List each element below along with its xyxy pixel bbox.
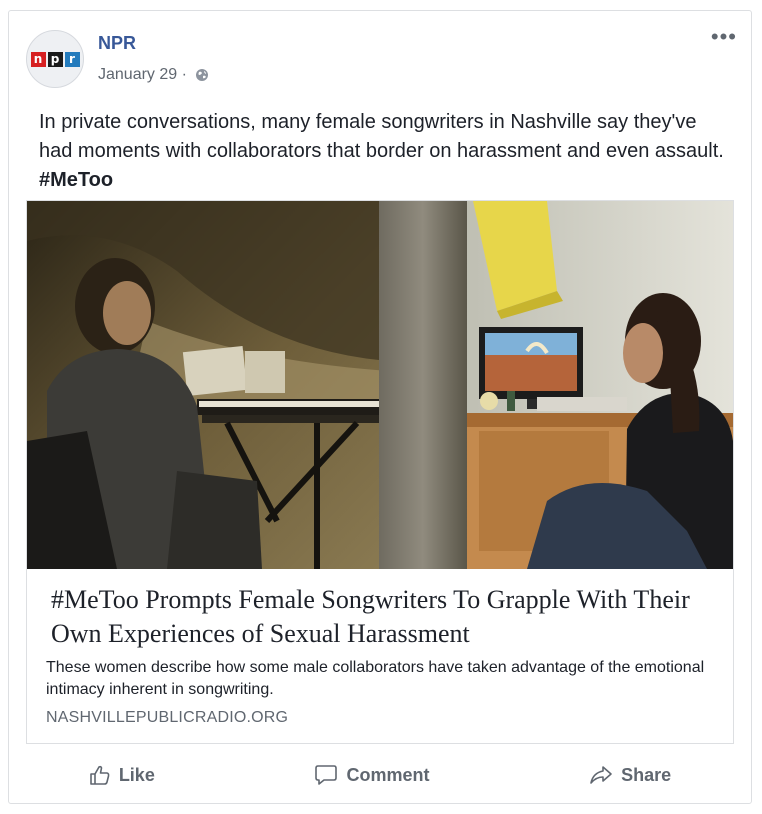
npr-logo-icon: n p r (30, 51, 80, 67)
share-button[interactable]: Share (577, 760, 683, 790)
meta-separator: · (177, 66, 192, 83)
share-label: Share (621, 764, 672, 785)
comment-label: Comment (346, 764, 430, 785)
post-actions: Like Comment Share (9, 755, 751, 795)
link-domain: NASHVILLEPUBLICRADIO.ORG (46, 709, 289, 726)
page-avatar[interactable]: n p r (26, 30, 84, 88)
link-preview[interactable]: #MeToo Prompts Female Songwriters To Gra… (26, 200, 734, 744)
comment-button[interactable]: Comment (302, 760, 441, 790)
like-label: Like (118, 764, 155, 785)
post-body-text: In private conversations, many female so… (39, 111, 724, 162)
globe-icon[interactable] (195, 68, 209, 82)
page-name-link[interactable]: NPR (98, 33, 136, 54)
post-meta: January 29 · (98, 66, 209, 84)
like-button[interactable]: Like (77, 760, 167, 790)
link-description: These women describe how some male colla… (46, 659, 705, 698)
more-options-icon[interactable]: ••• (711, 26, 737, 48)
thumbs-up-icon (90, 765, 110, 785)
speech-bubble-icon (315, 765, 338, 785)
link-preview-image[interactable] (27, 201, 733, 569)
post-text: In private conversations, many female so… (39, 108, 729, 195)
hashtag-link[interactable]: #MeToo (39, 169, 113, 191)
post-date[interactable]: January 29 (98, 66, 177, 84)
share-arrow-icon (590, 766, 612, 784)
post-card: n p r NPR January 29 · ••• In private co… (8, 10, 752, 804)
link-headline[interactable]: #MeToo Prompts Female Songwriters To Gra… (51, 583, 721, 651)
